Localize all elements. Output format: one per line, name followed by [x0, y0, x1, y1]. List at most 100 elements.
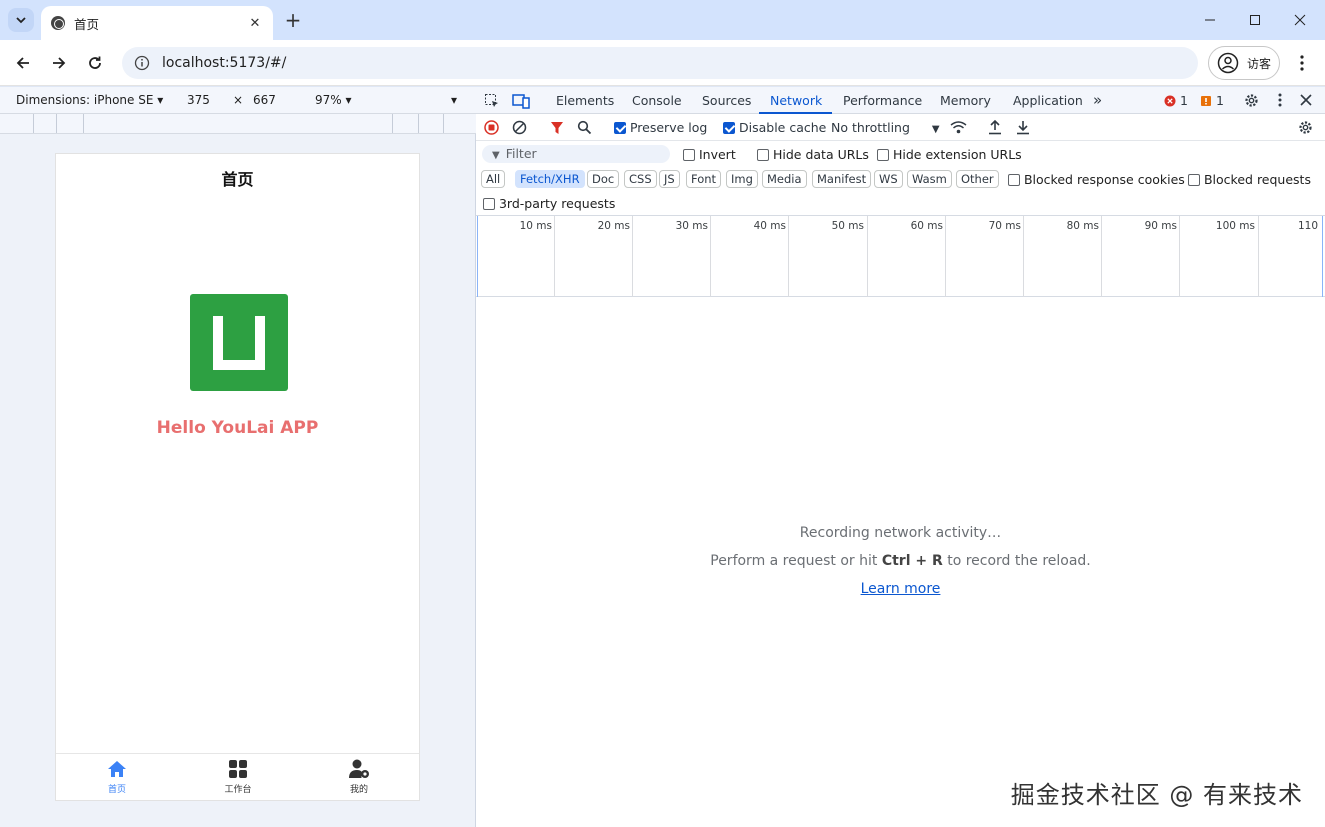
tab-search-button[interactable] [8, 8, 34, 32]
type-filter-ws[interactable]: WS [874, 170, 903, 188]
throttling-select[interactable]: No throttling ▼ [831, 120, 940, 135]
inspect-element-icon[interactable] [484, 93, 500, 109]
device-more-options[interactable]: ▾ [451, 93, 457, 107]
type-filter-other[interactable]: Other [956, 170, 999, 188]
tabbar-label-home: 首页 [107, 785, 126, 795]
search-icon[interactable] [577, 120, 592, 135]
timeline-tick: 70 ms [988, 220, 1021, 232]
error-count: 1 [1180, 93, 1188, 108]
profile-button[interactable]: 访客 [1208, 46, 1280, 80]
import-har-icon[interactable] [988, 119, 1002, 135]
tabbar-item-home[interactable]: 首页 [87, 758, 147, 795]
media-query-ruler [0, 114, 476, 134]
tab-application[interactable]: Application [1013, 93, 1083, 108]
shortcut-keys: Ctrl + R [881, 553, 943, 569]
hide-extension-urls-label: Hide extension URLs [892, 147, 1022, 162]
blocked-response-cookies-checkbox[interactable]: Blocked response cookies [1008, 172, 1185, 187]
blocked-requests-label: Blocked requests [1203, 172, 1311, 187]
tab-elements[interactable]: Elements [556, 93, 614, 108]
invert-checkbox[interactable]: Invert [683, 147, 736, 162]
disable-cache-checkbox[interactable]: Disable cache [723, 120, 826, 135]
tab-sources[interactable]: Sources [702, 93, 751, 108]
info-icon[interactable] [134, 55, 150, 71]
hide-data-urls-label: Hide data URLs [772, 147, 869, 162]
record-stop-icon[interactable] [484, 120, 499, 135]
type-filter-media[interactable]: Media [762, 170, 807, 188]
profile-label: 访客 [1247, 56, 1272, 71]
zoom-select[interactable]: 97% ▾ [315, 93, 352, 107]
tab-performance[interactable]: Performance [843, 93, 922, 108]
gear-icon[interactable] [1243, 92, 1260, 109]
type-filter-all[interactable]: All [481, 170, 506, 188]
learn-more-row: Learn more [476, 581, 1325, 597]
devtools-panel: Elements Console Sources Network Perform… [476, 87, 1325, 827]
maximize-button[interactable] [1242, 8, 1268, 32]
tabbar-item-mine[interactable]: 我的 [329, 758, 389, 795]
device-dimensions-select[interactable]: Dimensions: iPhone SE ▾ [16, 93, 163, 107]
minimize-button[interactable] [1197, 8, 1223, 32]
maximize-icon [1250, 15, 1260, 25]
filter-input[interactable]: ▼ Filter [482, 145, 670, 163]
close-devtools-icon[interactable] [1300, 94, 1312, 106]
third-party-label: 3rd-party requests [498, 196, 616, 211]
hide-extension-urls-checkbox[interactable]: Hide extension URLs [877, 147, 1022, 162]
type-filter-doc[interactable]: Doc [587, 170, 620, 188]
type-filter-js[interactable]: JS [659, 170, 680, 188]
type-filter-font[interactable]: Font [686, 170, 722, 188]
learn-more-link[interactable]: Learn more [861, 581, 941, 597]
third-party-checkbox[interactable]: 3rd-party requests [483, 196, 615, 211]
type-filter-img[interactable]: Img [726, 170, 758, 188]
network-settings-gear-icon[interactable] [1297, 119, 1314, 136]
hide-data-urls-checkbox[interactable]: Hide data URLs [757, 147, 869, 162]
close-window-button[interactable] [1287, 8, 1313, 32]
more-tabs-button[interactable]: » [1093, 91, 1102, 109]
network-timeline-overview[interactable]: 10 ms 20 ms 30 ms 40 ms 50 ms 60 ms 70 m… [476, 215, 1325, 297]
filter-placeholder: Filter [505, 146, 537, 161]
app-logo-icon [190, 294, 288, 391]
tab-console[interactable]: Console [632, 93, 682, 108]
home-icon [106, 758, 128, 780]
device-toggle-icon[interactable] [512, 93, 530, 109]
export-har-icon[interactable] [1016, 119, 1030, 135]
new-tab-button[interactable]: + [283, 8, 303, 32]
address-bar[interactable]: localhost:5173/#/ [122, 47, 1198, 79]
forward-button[interactable] [47, 51, 71, 75]
grid-icon [227, 758, 249, 780]
preserve-log-label: Preserve log [629, 120, 708, 135]
hello-text: Hello YouLai APP [156, 418, 319, 438]
clear-icon[interactable] [512, 120, 527, 135]
tab-memory[interactable]: Memory [940, 93, 991, 108]
timeline-tick: 40 ms [753, 220, 786, 232]
browser-menu-button[interactable] [1290, 51, 1314, 75]
back-button[interactable] [11, 51, 35, 75]
tab-strip: 首页 ✕ + [0, 0, 1325, 40]
filter-funnel-icon[interactable] [550, 121, 564, 135]
timeline-tick: 20 ms [597, 220, 630, 232]
preserve-log-checkbox[interactable]: Preserve log [614, 120, 707, 135]
type-filter-wasm[interactable]: Wasm [907, 170, 952, 188]
more-vert-icon[interactable] [1278, 93, 1282, 107]
globe-icon [51, 16, 65, 30]
device-height-input[interactable]: 667 [253, 93, 276, 107]
invert-label: Invert [698, 147, 736, 162]
perform-request-message: Perform a request or hit Ctrl + R to rec… [476, 553, 1325, 569]
close-icon [1294, 14, 1306, 26]
timeline-tick: 110 [1297, 220, 1318, 232]
timeline-tick: 80 ms [1066, 220, 1099, 232]
tabbar-item-workbench[interactable]: 工作台 [208, 758, 268, 795]
browser-tab[interactable]: 首页 ✕ [41, 6, 273, 40]
timeline-tick: 50 ms [831, 220, 864, 232]
network-conditions-icon[interactable] [950, 120, 967, 135]
type-filter-manifest[interactable]: Manifest [812, 170, 872, 188]
reload-button[interactable] [83, 51, 107, 75]
user-gear-icon [348, 758, 370, 780]
tab-network[interactable]: Network [770, 93, 822, 108]
error-icon[interactable] [1164, 95, 1176, 107]
close-tab-icon[interactable]: ✕ [247, 15, 263, 31]
warning-icon[interactable] [1200, 95, 1212, 107]
type-filter-css[interactable]: CSS [624, 170, 657, 188]
blocked-requests-checkbox[interactable]: Blocked requests [1188, 172, 1311, 187]
type-filter-fetch-xhr[interactable]: Fetch/XHR [515, 170, 585, 188]
blocked-response-cookies-label: Blocked response cookies [1023, 172, 1185, 187]
device-width-input[interactable]: 375 [187, 93, 210, 107]
